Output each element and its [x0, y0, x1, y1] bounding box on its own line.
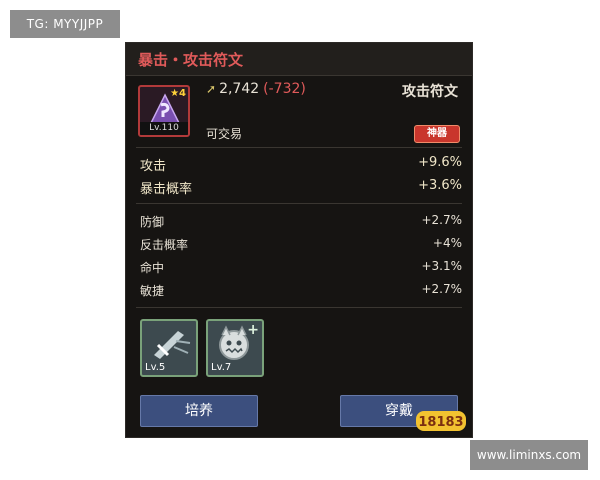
watermark-top: TG: MYYJJPP — [10, 10, 120, 38]
sub-stat-row: 命中 +3.1% — [140, 259, 462, 277]
stat-value: +4% — [432, 236, 462, 250]
power-value: 2,742 — [219, 81, 260, 97]
main-stat-row: 暴击概率 +3.6% — [140, 178, 462, 197]
star-count: ★4 — [170, 88, 186, 99]
stat-label: 命中 — [140, 261, 165, 275]
stat-label: 攻击 — [140, 159, 167, 174]
stat-value: +9.6% — [418, 155, 462, 170]
stat-label: 防御 — [140, 215, 165, 229]
stat-label: 敏捷 — [140, 284, 165, 298]
main-stat-row: 攻击 +9.6% — [140, 155, 462, 174]
power-icon: ➚ — [206, 82, 217, 96]
grade-badge: 神器 — [414, 125, 460, 143]
skill-level: Lv.5 — [145, 362, 166, 373]
item-title: 暴击・攻击符文 — [138, 51, 244, 69]
item-level: Lv.110 — [140, 122, 188, 135]
power-delta: (-732) — [263, 81, 306, 97]
sub-stat-row: 反击概率 +4% — [140, 236, 462, 254]
divider — [136, 147, 462, 148]
watermark-bottom: www.liminxs.com — [470, 440, 588, 470]
plus-icon: + — [247, 322, 259, 338]
stat-label: 反击概率 — [140, 238, 189, 252]
stat-value: +3.1% — [421, 259, 462, 273]
skill-slot-2[interactable]: + Lv.7 — [206, 319, 264, 377]
stat-value: +2.7% — [421, 213, 462, 227]
stat-value: +2.7% — [421, 282, 462, 296]
tradeable-label: 可交易 — [206, 127, 243, 141]
stat-value: +3.6% — [418, 178, 462, 193]
divider — [136, 307, 462, 308]
title-bar: 暴击・攻击符文 — [126, 43, 472, 76]
sub-stat-row: 敏捷 +2.7% — [140, 282, 462, 300]
item-tooltip-panel: 暴击・攻击符文 ★4 Lv.110 ➚ 2,742 (-732) 攻击符文 可交易 … — [125, 42, 473, 438]
sub-stat-row: 防御 +2.7% — [140, 213, 462, 231]
divider — [136, 203, 462, 204]
site-logo-watermark: 18183 — [416, 411, 466, 431]
rune-item-icon[interactable]: ★4 Lv.110 — [138, 85, 190, 137]
combat-power: ➚ 2,742 (-732) — [206, 81, 306, 97]
cultivate-button[interactable]: 培养 — [140, 395, 258, 427]
skill-level: Lv.7 — [211, 362, 232, 373]
skill-slot-1[interactable]: Lv.5 — [140, 319, 198, 377]
stat-label: 暴击概率 — [140, 182, 193, 197]
item-type: 攻击符文 — [402, 84, 458, 100]
svg-text:18183: 18183 — [418, 415, 463, 430]
sword-strike-icon — [154, 331, 191, 359]
